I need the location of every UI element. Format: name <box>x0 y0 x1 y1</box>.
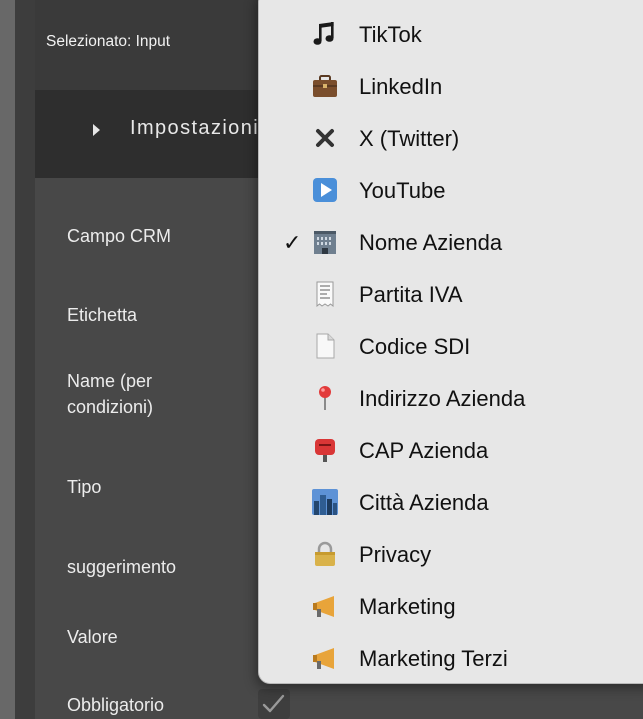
megaphone-icon <box>313 596 334 617</box>
map-pin-icon <box>319 386 331 410</box>
briefcase-icon <box>313 75 337 97</box>
menu-item-label: Indirizzo Azienda <box>359 386 526 411</box>
menu-item-label: YouTube <box>359 178 446 203</box>
padlock-icon <box>315 541 335 566</box>
menu-item-indirizzo-azienda[interactable]: Indirizzo Azienda <box>259 372 643 424</box>
settings-section-label[interactable]: Impostazioni <box>130 117 259 140</box>
window-edge <box>0 0 15 719</box>
office-building-icon <box>314 231 336 254</box>
selected-check-icon: ✓ <box>283 230 302 255</box>
menu-item-label: LinkedIn <box>359 74 443 99</box>
menu-item-label: X (Twitter) <box>359 126 460 151</box>
postbox-icon <box>315 439 335 462</box>
checkmark-icon <box>262 694 285 713</box>
document-icon <box>316 333 335 359</box>
menu-item-cap-azienda[interactable]: CAP Azienda <box>259 424 643 476</box>
menu-item-label: Marketing <box>359 594 456 619</box>
obbligatorio-checkbox[interactable] <box>258 689 290 719</box>
field-label-etichetta: Etichetta <box>67 305 138 325</box>
menu-item-label: Nome Azienda <box>359 230 503 255</box>
menu-item-label: Partita IVA <box>359 282 463 307</box>
menu-item-label: Marketing Terzi <box>359 646 508 671</box>
menu-item-youtube[interactable]: YouTube <box>259 164 643 216</box>
menu-item-tiktok[interactable]: TikTok <box>259 8 643 60</box>
menu-item-linkedin[interactable]: LinkedIn <box>259 60 643 112</box>
play-button-icon <box>313 178 337 202</box>
panel-gutter <box>15 0 35 719</box>
x-mark-icon <box>316 129 334 147</box>
disclosure-triangle-icon[interactable] <box>93 124 100 136</box>
field-label-obbligatorio: Obbligatorio <box>67 695 165 715</box>
menu-item-label: Privacy <box>359 542 432 567</box>
menu-item-marketing[interactable]: Marketing <box>259 580 643 632</box>
menu-item-codice-sdi[interactable]: Codice SDI <box>259 320 643 372</box>
menu-item-label: Codice SDI <box>359 334 471 359</box>
field-label-valore: Valore <box>67 627 118 647</box>
menu-item-nome-azienda[interactable]: ✓ Nome Azienda <box>259 216 643 268</box>
field-label-suggerimento: suggerimento <box>67 557 177 577</box>
field-label-tipo: Tipo <box>67 477 102 497</box>
menu-item-marketing-terzi[interactable]: Marketing Terzi <box>259 632 643 683</box>
cityscape-icon <box>312 489 338 515</box>
receipt-icon <box>316 281 334 307</box>
menu-item-privacy[interactable]: Privacy <box>259 528 643 580</box>
menu-item-label: Città Azienda <box>359 490 489 515</box>
menu-item-partita-iva[interactable]: Partita IVA <box>259 268 643 320</box>
music-note-icon <box>313 22 334 45</box>
selected-element-label: Selezionato: Input <box>46 33 171 50</box>
megaphone-icon <box>313 648 334 669</box>
menu-item-x-twitter[interactable]: X (Twitter) <box>259 112 643 164</box>
menu-item-citta-azienda[interactable]: Città Azienda <box>259 476 643 528</box>
field-label-name: Name (per condizioni) <box>67 371 154 417</box>
crm-field-dropdown-menu: TikTok LinkedIn X (Twitter) YouTube ✓ No… <box>258 0 643 684</box>
field-label-campo-crm: Campo CRM <box>67 226 172 246</box>
menu-item-label: CAP Azienda <box>359 438 489 463</box>
menu-item-label: TikTok <box>359 22 422 47</box>
